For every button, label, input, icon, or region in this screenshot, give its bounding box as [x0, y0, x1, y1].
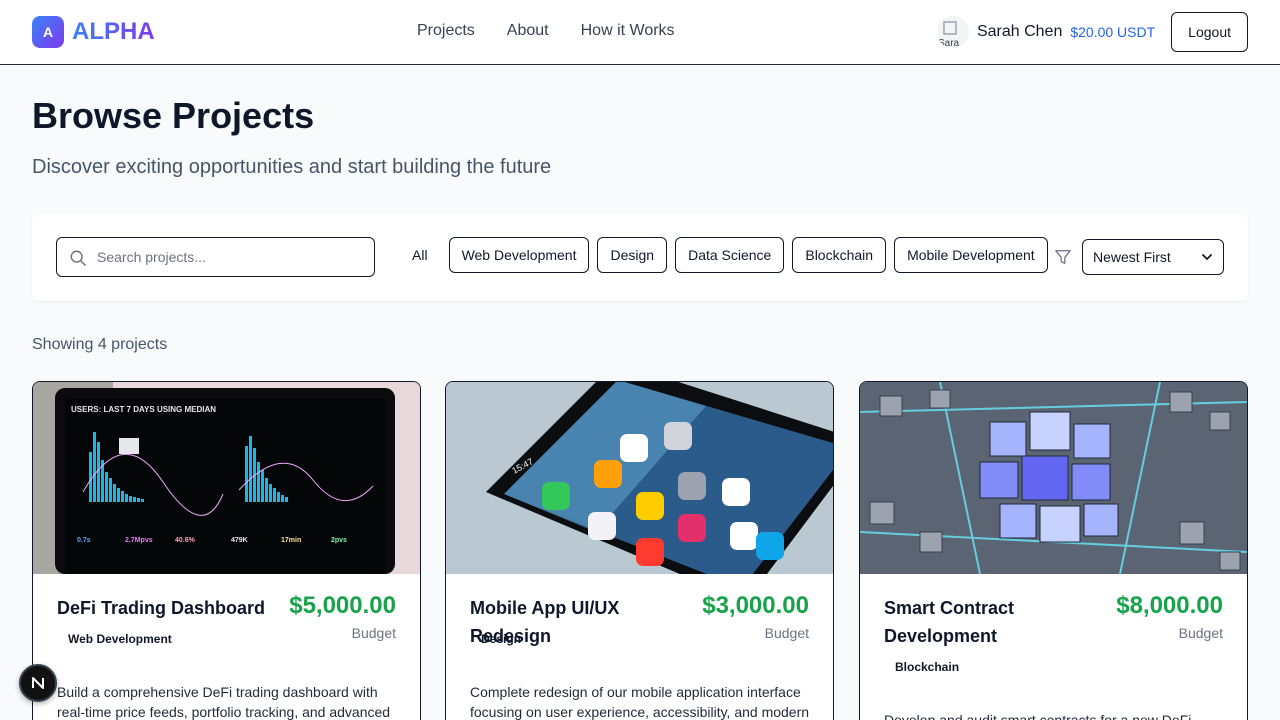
top-navbar: A ALPHA Projects About How it Works Sara…	[0, 0, 1280, 65]
project-card[interactable]: Smart Contract Development $8,000.00 Bud…	[859, 381, 1248, 720]
category-design-button[interactable]: Design	[597, 237, 668, 273]
svg-text:17min: 17min	[281, 537, 301, 544]
user-name: Sarah Chen	[976, 23, 1063, 40]
avatar[interactable]: Sara	[936, 16, 969, 48]
brand-logo[interactable]: A ALPHA	[32, 16, 155, 48]
category-mobile-development-button[interactable]: Mobile Development	[894, 237, 1048, 273]
nav-link-about[interactable]: About	[507, 22, 549, 40]
project-price: $3,000.00	[702, 592, 809, 619]
filter-panel: All Web Development Design Data Science …	[32, 213, 1248, 301]
nav-link-projects[interactable]: Projects	[417, 22, 475, 40]
project-description: Develop and audit smart contracts for a …	[884, 712, 1192, 720]
sort-selected-value: Newest First	[1093, 249, 1171, 265]
svg-text:2pvs: 2pvs	[331, 537, 347, 544]
project-category-badge: Design	[481, 632, 522, 646]
search-box	[56, 237, 375, 277]
project-card[interactable]: 15:47 Mobile App UI/UX Redesign $3,000.0…	[445, 381, 834, 720]
project-image-blockchain-cubes	[860, 382, 1247, 574]
page-title: Browse Projects	[32, 95, 315, 136]
svg-text:Sara: Sara	[938, 38, 960, 48]
main-nav: Projects About How it Works	[417, 22, 675, 40]
project-budget-label: Budget	[764, 625, 809, 641]
category-web-development-button[interactable]: Web Development	[448, 237, 590, 273]
category-filters: All Web Development Design Data Science …	[399, 237, 1048, 273]
results-count: Showing 4 projects	[32, 336, 168, 353]
chevron-down-icon	[1202, 254, 1212, 260]
filter-icon	[1055, 250, 1071, 264]
nav-link-how-it-works[interactable]: How it Works	[581, 22, 675, 40]
svg-text:0.7s: 0.7s	[77, 537, 91, 544]
svg-text:40.6%: 40.6%	[175, 537, 196, 544]
brand-name: ALPHA	[72, 18, 155, 45]
category-blockchain-button[interactable]: Blockchain	[792, 237, 887, 273]
search-icon	[70, 250, 86, 266]
project-category-badge: Web Development	[68, 632, 172, 646]
svg-text:479K: 479K	[231, 537, 248, 544]
project-budget-label: Budget	[1178, 625, 1223, 641]
project-card[interactable]: USERS: LAST 7 DAYS USING MEDIAN 0.7s 2.7…	[32, 381, 421, 720]
project-budget-label: Budget	[351, 625, 396, 641]
project-category-badge: Blockchain	[895, 660, 960, 674]
project-price: $8,000.00	[1116, 592, 1223, 619]
project-title[interactable]: DeFi Trading Dashboard	[57, 594, 267, 622]
svg-text:2.7Mpvs: 2.7Mpvs	[125, 537, 153, 544]
devtools-button[interactable]	[19, 664, 57, 702]
project-image-analytics-laptop: USERS: LAST 7 DAYS USING MEDIAN 0.7s 2.7…	[33, 382, 420, 574]
wallet-balance: $20.00 USDT	[1070, 24, 1156, 40]
svg-text:USERS: LAST 7 DAYS USING MEDIA: USERS: LAST 7 DAYS USING MEDIAN	[71, 405, 216, 414]
broken-image-icon: Sara	[936, 16, 969, 48]
project-image-smartphone-home-screen: 15:47	[446, 382, 833, 574]
logout-button[interactable]: Logout	[1171, 12, 1248, 52]
search-input[interactable]	[97, 238, 367, 276]
n-logo-icon	[32, 677, 44, 689]
project-title[interactable]: Smart Contract Development	[884, 594, 1054, 650]
sort-select[interactable]: Newest First	[1082, 239, 1224, 275]
project-price: $5,000.00	[289, 592, 396, 619]
page-subtitle: Discover exciting opportunities and star…	[32, 156, 552, 178]
user-menu: Sara Sarah Chen $20.00 USDT Logout	[936, 12, 1248, 52]
category-all-button[interactable]: All	[399, 237, 441, 273]
category-data-science-button[interactable]: Data Science	[675, 237, 785, 273]
brand-mark-icon: A	[32, 16, 64, 48]
project-description: Complete redesign of our mobile applicat…	[470, 684, 810, 720]
project-description: Build a comprehensive DeFi trading dashb…	[57, 684, 391, 720]
